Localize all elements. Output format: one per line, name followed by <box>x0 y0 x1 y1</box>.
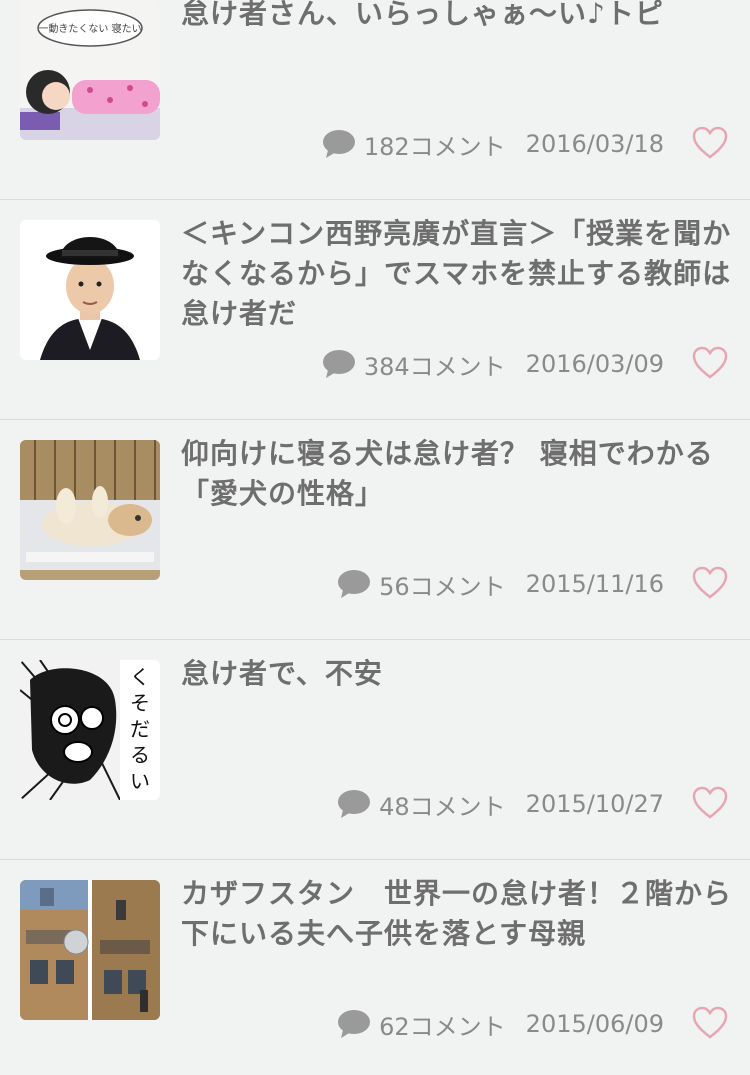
comment-icon <box>338 1010 371 1038</box>
heart-icon[interactable] <box>692 346 728 380</box>
list-item[interactable]: く そ だ る い 怠け者で、不安 48コメント 2015/10/27 <box>0 640 750 860</box>
manga-char-4: る <box>130 743 150 767</box>
article-date: 2015/06/09 <box>525 1010 664 1038</box>
comment-count: 56コメント <box>379 572 506 601</box>
article-meta: 48コメント 2015/10/27 <box>337 786 664 822</box>
list-item[interactable]: ＜キンコン西野亮廣が直言＞「授業を聞かなくなるから」でスマホを禁止する教師は怠け… <box>0 200 750 420</box>
heart-icon[interactable] <box>692 786 728 820</box>
heart-icon[interactable] <box>692 566 728 600</box>
list-item[interactable]: カザフスタン 世界一の怠け者！２階から下にいる夫へ子供を落とす母親 62コメント… <box>0 860 750 1075</box>
comment-icon <box>322 130 355 158</box>
article-meta: 56コメント 2015/11/16 <box>337 566 664 602</box>
manga-char-5: い <box>130 769 150 793</box>
heart-icon[interactable] <box>692 126 728 160</box>
article-meta: 384コメント 2016/03/09 <box>322 346 664 382</box>
comment-icon <box>322 350 355 378</box>
comment-count: 62コメント <box>379 1012 506 1041</box>
manga-char-3: だ <box>130 717 150 741</box>
article-thumbnail[interactable]: く そ だ る い <box>20 660 160 800</box>
article-thumbnail[interactable] <box>20 440 160 580</box>
list-item[interactable]: 仰向けに寝る犬は怠け者？ 寝相でわかる「愛犬の性格」 56コメント 2015/1… <box>0 420 750 640</box>
manga-char-1: く <box>130 665 150 689</box>
list-item[interactable]: 一動きたくない 寝たい 怠け者さん、いらっしゃぁ〜い♪トピ 182コメント 20… <box>0 0 750 200</box>
article-thumbnail[interactable] <box>20 880 160 1020</box>
article-title[interactable]: ＜キンコン西野亮廣が直言＞「授業を聞かなくなるから」でスマホを禁止する教師は怠け… <box>181 214 733 334</box>
manga-char-2: そ <box>130 691 150 715</box>
article-title[interactable]: 怠け者さん、いらっしゃぁ〜い♪トピ <box>181 0 733 34</box>
article-date: 2016/03/18 <box>525 130 664 158</box>
article-title[interactable]: 怠け者で、不安 <box>181 654 733 694</box>
article-meta: 62コメント 2015/06/09 <box>337 1006 664 1042</box>
article-date: 2016/03/09 <box>525 350 664 378</box>
article-list: 一動きたくない 寝たい 怠け者さん、いらっしゃぁ〜い♪トピ 182コメント 20… <box>0 0 750 1075</box>
article-thumbnail[interactable] <box>20 220 160 360</box>
article-date: 2015/10/27 <box>525 790 664 818</box>
comment-count: 48コメント <box>379 792 506 821</box>
heart-icon[interactable] <box>692 1006 728 1040</box>
article-thumbnail[interactable]: 一動きたくない 寝たい <box>20 0 160 140</box>
comment-count: 384コメント <box>363 352 506 381</box>
article-title[interactable]: カザフスタン 世界一の怠け者！２階から下にいる夫へ子供を落とす母親 <box>181 874 733 954</box>
comment-icon <box>338 790 371 818</box>
article-meta: 182コメント 2016/03/18 <box>322 126 664 162</box>
comment-count: 182コメント <box>363 132 506 161</box>
article-title[interactable]: 仰向けに寝る犬は怠け者？ 寝相でわかる「愛犬の性格」 <box>181 434 733 514</box>
cartoon-speech-text: 一動きたくない 寝たい <box>38 22 141 35</box>
comment-icon <box>338 570 371 598</box>
article-date: 2015/11/16 <box>525 570 664 598</box>
